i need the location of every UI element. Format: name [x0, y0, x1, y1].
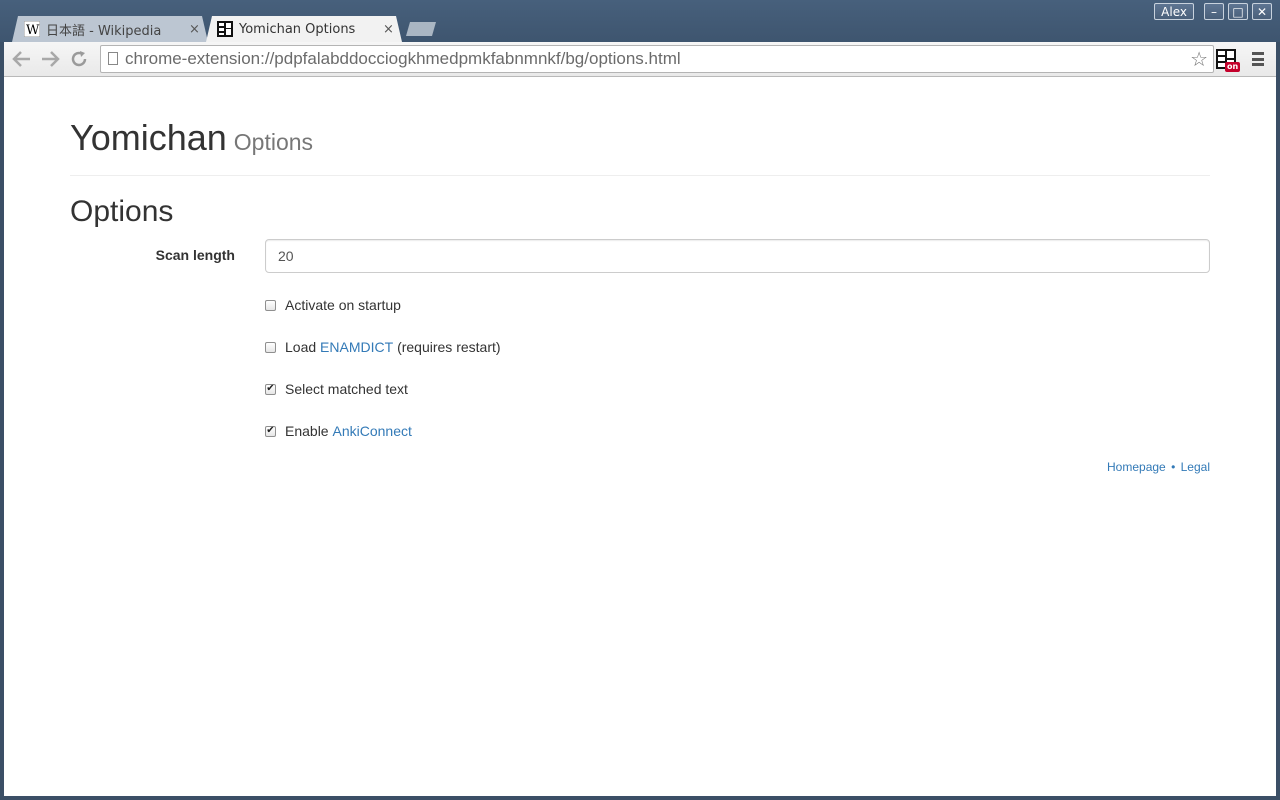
- window-titlebar: W 日本語 - Wikipedia × Yomichan Options × A…: [0, 0, 1280, 42]
- footer-links: Homepage • Legal: [1107, 460, 1210, 474]
- svg-text:W: W: [26, 23, 40, 37]
- enamdict-link[interactable]: ENAMDICT: [320, 339, 393, 355]
- tab-yomichan-close-icon[interactable]: ×: [383, 16, 394, 42]
- page-icon: [108, 52, 118, 65]
- activate-on-startup-option[interactable]: Activate on startup: [265, 297, 401, 313]
- tab-wikipedia-title: 日本語 - Wikipedia: [46, 23, 162, 39]
- load-enamdict-prefix: Load: [285, 339, 317, 355]
- wikipedia-w-icon: W: [24, 21, 40, 37]
- homepage-link[interactable]: Homepage: [1107, 460, 1166, 474]
- yomichan-extension-icon[interactable]: on: [1216, 49, 1241, 72]
- profile-button[interactable]: Alex: [1154, 3, 1194, 20]
- close-window-icon[interactable]: ✕: [1252, 3, 1272, 20]
- tab-yomichan-title: Yomichan Options: [239, 21, 356, 37]
- select-matched-text-checkbox[interactable]: ✔: [265, 383, 276, 395]
- page-title-main: Yomichan: [70, 117, 227, 158]
- yomichan-icon: [217, 21, 233, 37]
- extension-on-badge: on: [1225, 62, 1241, 72]
- load-enamdict-option[interactable]: Load ENAMDICT (requires restart): [265, 339, 501, 355]
- bookmark-star-icon[interactable]: ☆: [1190, 47, 1208, 71]
- reload-icon[interactable]: [67, 48, 91, 70]
- page-title-small: Options: [233, 129, 314, 155]
- load-enamdict-suffix: (requires restart): [397, 339, 501, 355]
- scan-length-input[interactable]: [265, 239, 1210, 273]
- chrome-menu-icon[interactable]: [1252, 52, 1264, 66]
- tab-yomichan-content[interactable]: Yomichan Options: [217, 16, 355, 42]
- activate-on-startup-checkbox[interactable]: [265, 299, 276, 311]
- scan-length-label: Scan length: [155, 247, 235, 263]
- tab-wikipedia-close-icon[interactable]: ×: [189, 16, 200, 42]
- tab-wikipedia-content[interactable]: W 日本語 - Wikipedia: [24, 16, 161, 42]
- legal-link[interactable]: Legal: [1181, 460, 1210, 474]
- select-matched-text-label: Select matched text: [285, 381, 408, 397]
- select-matched-text-option[interactable]: ✔ Select matched text: [265, 381, 408, 397]
- enable-ankiconnect-option[interactable]: ✔ Enable AnkiConnect: [265, 423, 412, 439]
- maximize-icon[interactable]: □: [1228, 3, 1248, 20]
- browser-toolbar: chrome-extension://pdpfalabddocciogkhmed…: [4, 42, 1276, 77]
- page-viewport: YomichanOptions Options Scan length Acti…: [4, 77, 1276, 796]
- ankiconnect-link[interactable]: AnkiConnect: [332, 423, 411, 439]
- enable-ankiconnect-prefix: Enable: [285, 423, 329, 439]
- activate-on-startup-label: Activate on startup: [285, 297, 401, 313]
- footer-separator: •: [1171, 460, 1176, 474]
- load-enamdict-checkbox[interactable]: [265, 341, 276, 353]
- back-arrow-icon[interactable]: [10, 48, 34, 70]
- page-title: Yomichan Options: [70, 117, 313, 159]
- address-bar-url[interactable]: chrome-extension://pdpfalabddocciogkhmed…: [125, 46, 681, 72]
- enable-ankiconnect-checkbox[interactable]: ✔: [265, 425, 276, 437]
- new-tab-button[interactable]: [406, 22, 436, 36]
- address-bar[interactable]: chrome-extension://pdpfalabddocciogkhmed…: [100, 45, 1214, 73]
- minimize-icon[interactable]: –: [1204, 3, 1224, 20]
- window-controls: Alex – □ ✕: [1154, 3, 1272, 20]
- section-heading: Options: [70, 195, 174, 228]
- forward-arrow-icon[interactable]: [38, 48, 62, 70]
- page-header: Yomichan Options: [70, 113, 1210, 176]
